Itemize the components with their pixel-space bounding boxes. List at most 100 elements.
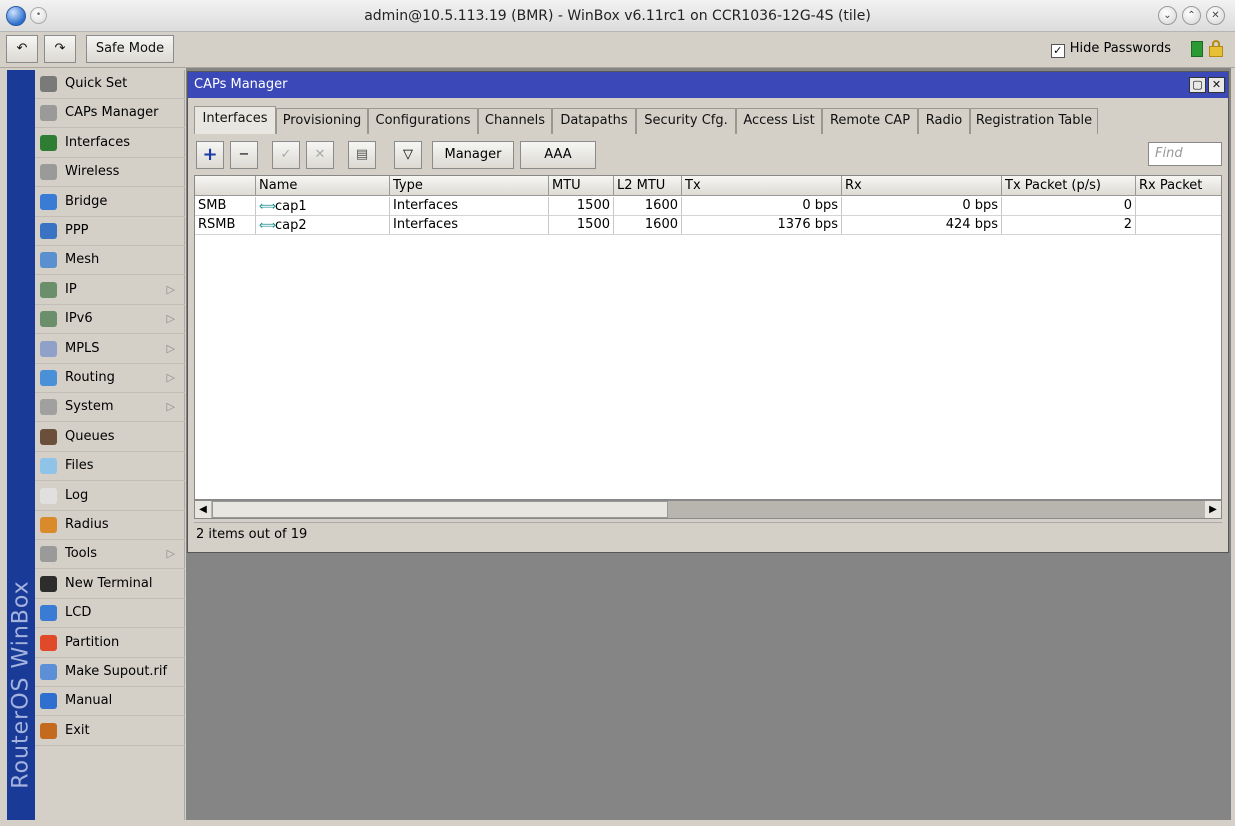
sidebar-item[interactable]: New Terminal [35,570,185,599]
sidebar-item[interactable]: Tools ▷ [35,540,185,570]
sidebar-item-label: Wireless [65,164,120,180]
window-titlebar: • admin@10.5.113.19 (BMR) - WinBox v6.11… [0,0,1235,32]
column-header[interactable]: Rx Packet [1136,176,1221,196]
column-header[interactable]: Tx Packet (p/s) [1002,176,1136,196]
sidebar-item[interactable]: PPP [35,217,185,246]
comment-button[interactable]: ▤ [348,141,376,169]
table-cell[interactable] [1136,216,1221,235]
table-cell[interactable]: Interfaces [390,216,549,235]
sidebar-item-label: MPLS [65,340,100,356]
aaa-button[interactable]: AAA [520,141,596,169]
sidebar-item[interactable]: CAPs Manager [35,99,185,129]
sidebar-item[interactable]: LCD [35,599,185,629]
tools-icon [40,546,57,563]
remove-button[interactable]: − [230,141,258,169]
sidebar-item-label: IPv6 [65,311,93,327]
terminal-icon [40,575,57,592]
table-cell[interactable]: 1600 [614,216,682,235]
tab-radio[interactable]: Radio [918,108,970,134]
column-header[interactable]: L2 MTU [614,176,682,196]
find-input[interactable]: Find [1148,142,1222,166]
tab-access-list[interactable]: Access List [736,108,822,134]
manager-button[interactable]: Manager [432,141,514,169]
table-cell[interactable]: 0 [1002,197,1136,216]
undo-icon[interactable]: ↶ [6,35,38,63]
scroll-right-icon[interactable]: ▶ [1205,501,1221,518]
table-cell[interactable]: 2 [1002,216,1136,235]
scroll-left-icon[interactable]: ◀ [195,501,211,518]
minimize-button[interactable]: ⌄ [1158,6,1177,25]
sidebar-item-label: IP [65,281,77,297]
sidebar-item[interactable]: Mesh [35,246,185,276]
caps-window-header[interactable]: CAPs Manager ▢ ✕ [188,72,1228,98]
sidebar-item[interactable]: Routing ▷ [35,364,185,393]
table-cell[interactable]: Interfaces [390,197,549,216]
close-button[interactable]: ✕ [1206,6,1225,25]
sidebar-item[interactable]: Exit [35,717,185,746]
sidebar-item[interactable]: Bridge [35,188,185,217]
column-header[interactable]: Rx [842,176,1002,196]
maximize-button[interactable]: ⌃ [1182,6,1201,25]
sidebar-item[interactable]: Files [35,452,185,482]
tab-datapaths[interactable]: Datapaths [552,108,636,134]
sidebar-item[interactable]: System ▷ [35,393,185,423]
table-cell[interactable]: SMB [195,197,256,216]
tab-remote-cap[interactable]: Remote CAP [822,108,918,134]
scroll-thumb[interactable] [212,501,668,518]
column-header[interactable]: Name [256,176,390,196]
safe-mode-button[interactable]: Safe Mode [86,35,174,63]
sidebar-item-label: System [65,399,114,415]
submenu-arrow-icon: ▷ [166,282,175,296]
table-cell[interactable]: 0 bps [682,197,842,216]
brand-strip: RouterOS WinBox [7,70,35,820]
sidebar-item[interactable]: Interfaces [35,129,185,158]
sidebar-item-label: Manual [65,693,113,709]
sidebar-item[interactable]: Quick Set [35,70,185,99]
sidebar-item[interactable]: Radius [35,511,185,540]
sidebar-item[interactable]: Manual [35,687,185,717]
sidebar-item[interactable]: Wireless [35,158,185,188]
table-cell[interactable]: ⟺cap2 [256,216,390,235]
table-cell[interactable]: 1376 bps [682,216,842,235]
column-header[interactable]: Type [390,176,549,196]
table-cell[interactable]: 1500 [549,197,614,216]
sidebar-item[interactable]: IPv6 ▷ [35,305,185,335]
column-header[interactable]: MTU [549,176,614,196]
sidebar-item[interactable]: Queues [35,423,185,452]
add-button[interactable]: + [196,141,224,169]
disable-button[interactable]: ✕ [306,141,334,169]
sidebar-item[interactable]: Log [35,482,185,511]
hide-passwords-toggle[interactable]: ✓ Hide Passwords [1050,41,1171,58]
horizontal-scrollbar[interactable]: ◀ ▶ [194,500,1222,519]
tab-registration-table[interactable]: Registration Table [970,108,1098,134]
sidebar-item[interactable]: Partition [35,629,185,658]
ppp-icon [40,223,57,239]
mpls-icon [40,340,57,357]
filter-icon[interactable]: ▽ [394,141,422,169]
table-cell[interactable]: 1500 [549,216,614,235]
sidebar-item[interactable]: Make Supout.rif [35,658,185,687]
enable-button[interactable]: ✓ [272,141,300,169]
quick-set-icon [40,76,57,92]
table-cell[interactable] [1136,197,1221,216]
tab-channels[interactable]: Channels [478,108,552,134]
tab-provisioning[interactable]: Provisioning [276,108,368,134]
table-cell[interactable]: RSMB [195,216,256,235]
sidebar-item[interactable]: MPLS ▷ [35,335,185,364]
close-window-button[interactable]: ✕ [1208,77,1225,93]
sidebar-item-label: Radius [65,517,109,532]
restore-window-button[interactable]: ▢ [1189,77,1206,93]
redo-icon[interactable]: ↷ [44,35,76,63]
table-cell[interactable]: 1600 [614,197,682,216]
table-cell[interactable]: 0 bps [842,197,1002,216]
column-header[interactable] [195,176,256,196]
table-cell[interactable]: ⟺cap1 [256,197,390,216]
tab-interfaces[interactable]: Interfaces [194,106,276,134]
tab-configurations[interactable]: Configurations [368,108,478,134]
checkbox-icon[interactable]: ✓ [1050,44,1065,58]
tab-security-cfg[interactable]: Security Cfg. [636,108,736,134]
cell-text: cap2 [275,218,307,233]
sidebar-item[interactable]: IP ▷ [35,276,185,305]
column-header[interactable]: Tx [682,176,842,196]
table-cell[interactable]: 424 bps [842,216,1002,235]
